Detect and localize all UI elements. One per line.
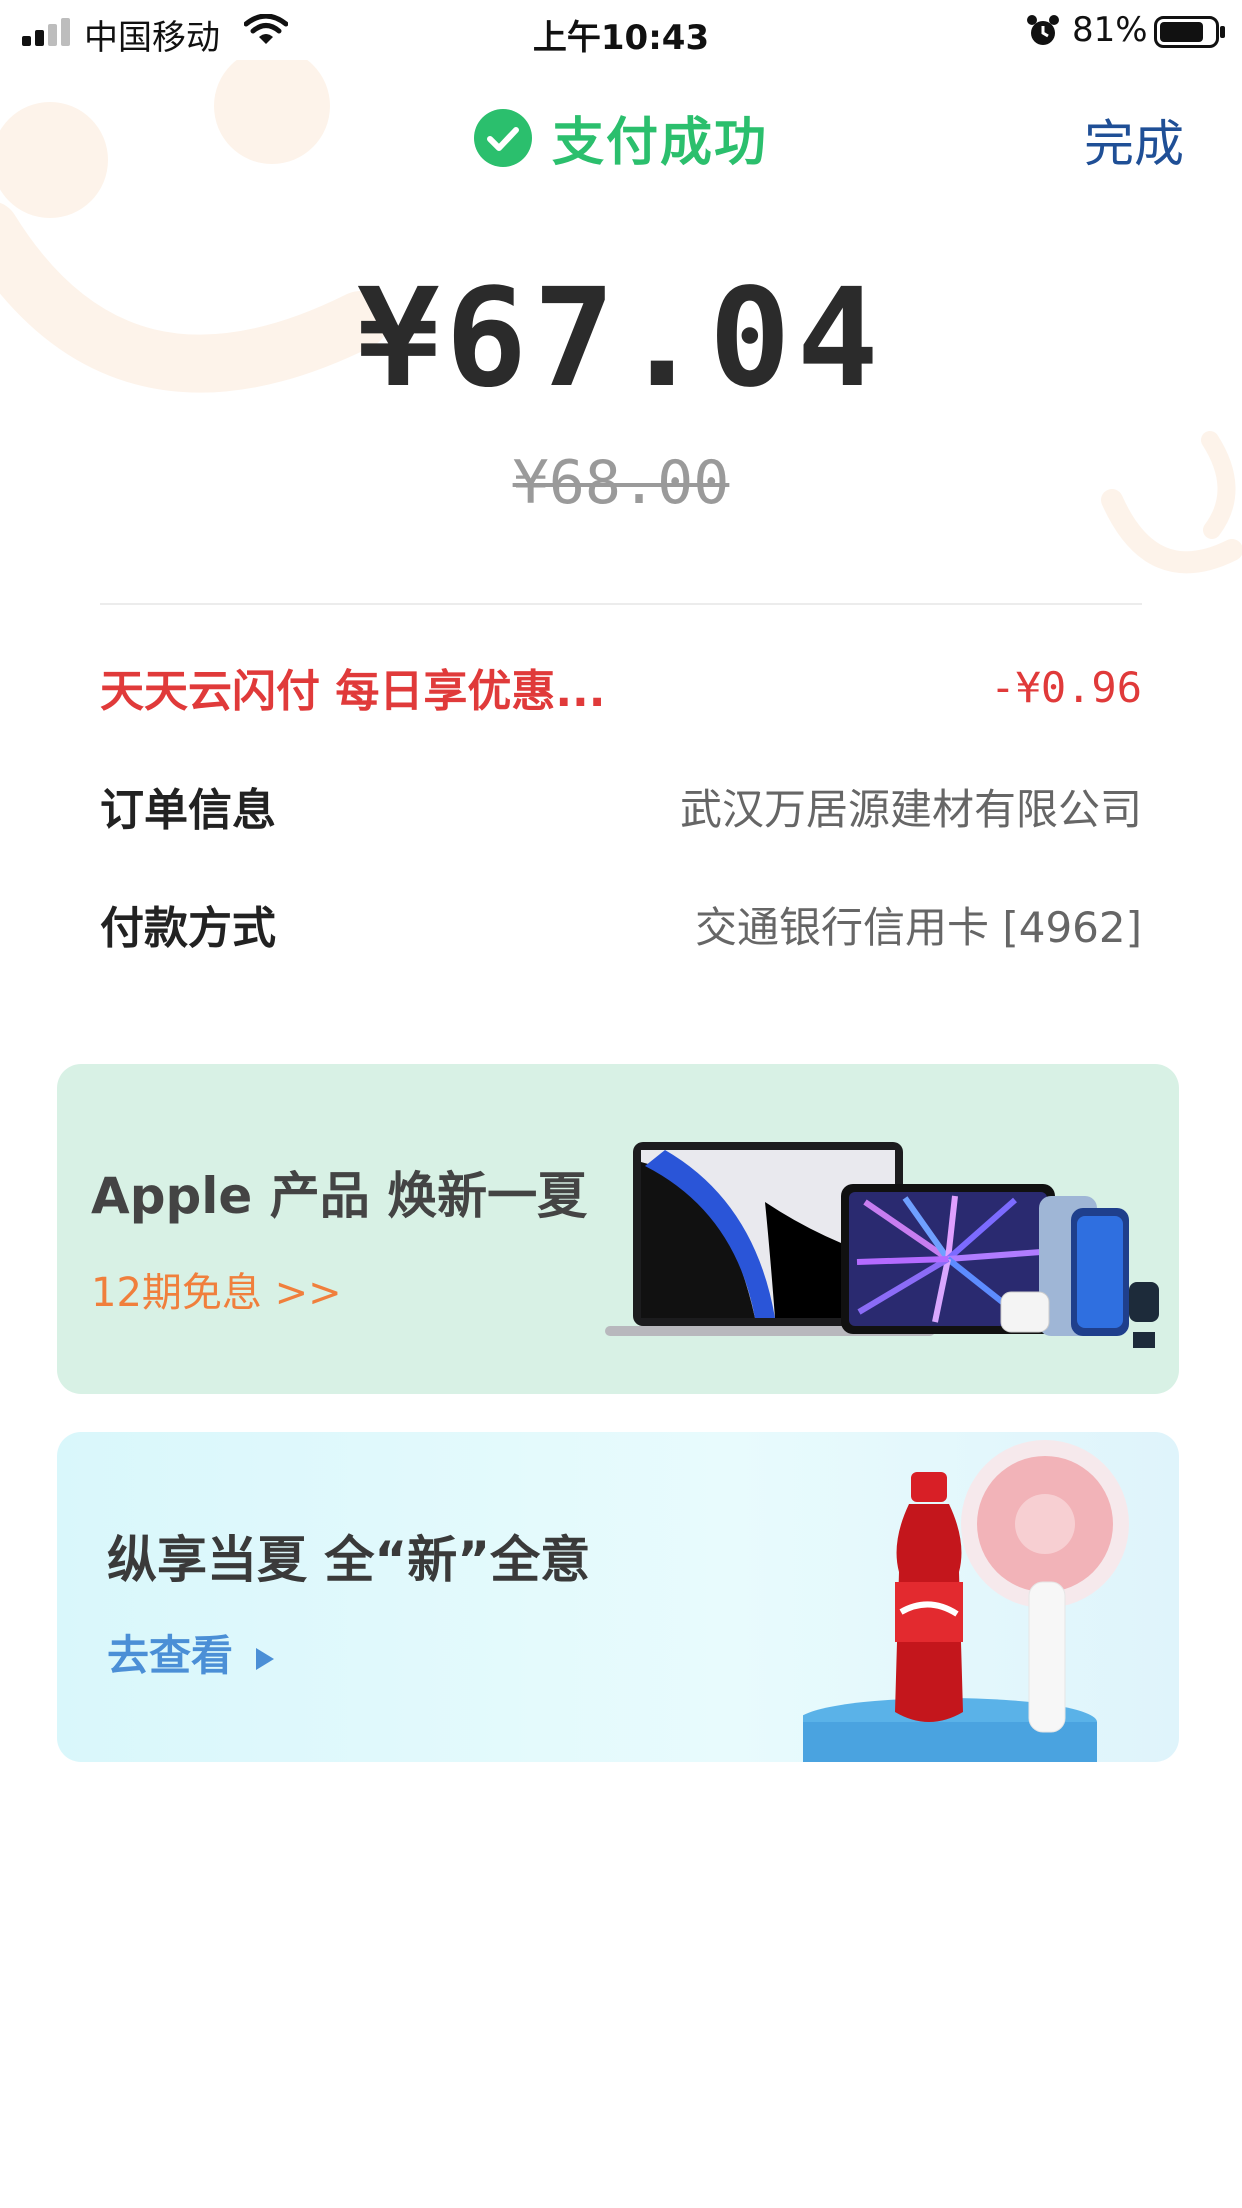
payment-method-label: 付款方式 (100, 903, 276, 954)
payment-method-value: 交通银行信用卡 [4962] (694, 902, 1142, 952)
summer-promo-banner[interactable]: 纵享当夏 全“新”全意 去查看 (57, 1432, 1179, 1762)
payment-status: 支付成功 (0, 100, 1242, 175)
divider (100, 603, 1142, 605)
view-link[interactable]: 去查看 (107, 1622, 276, 1683)
check-circle-icon (473, 108, 532, 167)
paid-amount: ¥67.04 (357, 260, 885, 418)
order-info-label: 订单信息 (100, 785, 276, 836)
battery-percent: 81% (1072, 10, 1148, 50)
battery-icon (1154, 16, 1225, 48)
order-info-row: 订单信息 武汉万居源建材有限公司 (100, 771, 1142, 841)
cola-fan-image (803, 1440, 1129, 1762)
promo-label: 天天云闪付 每日享优惠... (100, 666, 606, 717)
promo-row[interactable]: 天天云闪付 每日享优惠... -¥0.96 (100, 652, 1142, 722)
alarm-icon (1027, 15, 1059, 45)
play-arrow-icon (255, 1647, 274, 1670)
promo-discount: -¥0.96 (990, 662, 1142, 712)
original-amount: ¥68.00 (512, 448, 730, 518)
apple-promo-banner[interactable]: Apple 产品 焕新一夏 12期免息 >> (57, 1064, 1179, 1394)
apple-banner-title: Apple 产品 焕新一夏 (91, 1167, 588, 1225)
apple-banner-subtitle: 12期免息 >> (91, 1270, 342, 1316)
payment-method-row: 付款方式 交通银行信用卡 [4962] (100, 889, 1142, 959)
payment-status-text: 支付成功 (551, 113, 768, 173)
view-link-label: 去查看 (107, 1631, 234, 1680)
status-bar: 中国移动 上午10:43 81% (0, 0, 1242, 64)
apple-devices-image (605, 1142, 1159, 1348)
summer-banner-title: 纵享当夏 全“新”全意 (107, 1531, 591, 1589)
merchant-name: 武汉万居源建材有限公司 (679, 784, 1142, 834)
payment-result-page: 中国移动 上午10:43 81% 支付成功 完成 ¥67.04 ¥68.00 天… (0, 0, 1242, 2208)
done-button[interactable]: 完成 (1084, 104, 1184, 176)
